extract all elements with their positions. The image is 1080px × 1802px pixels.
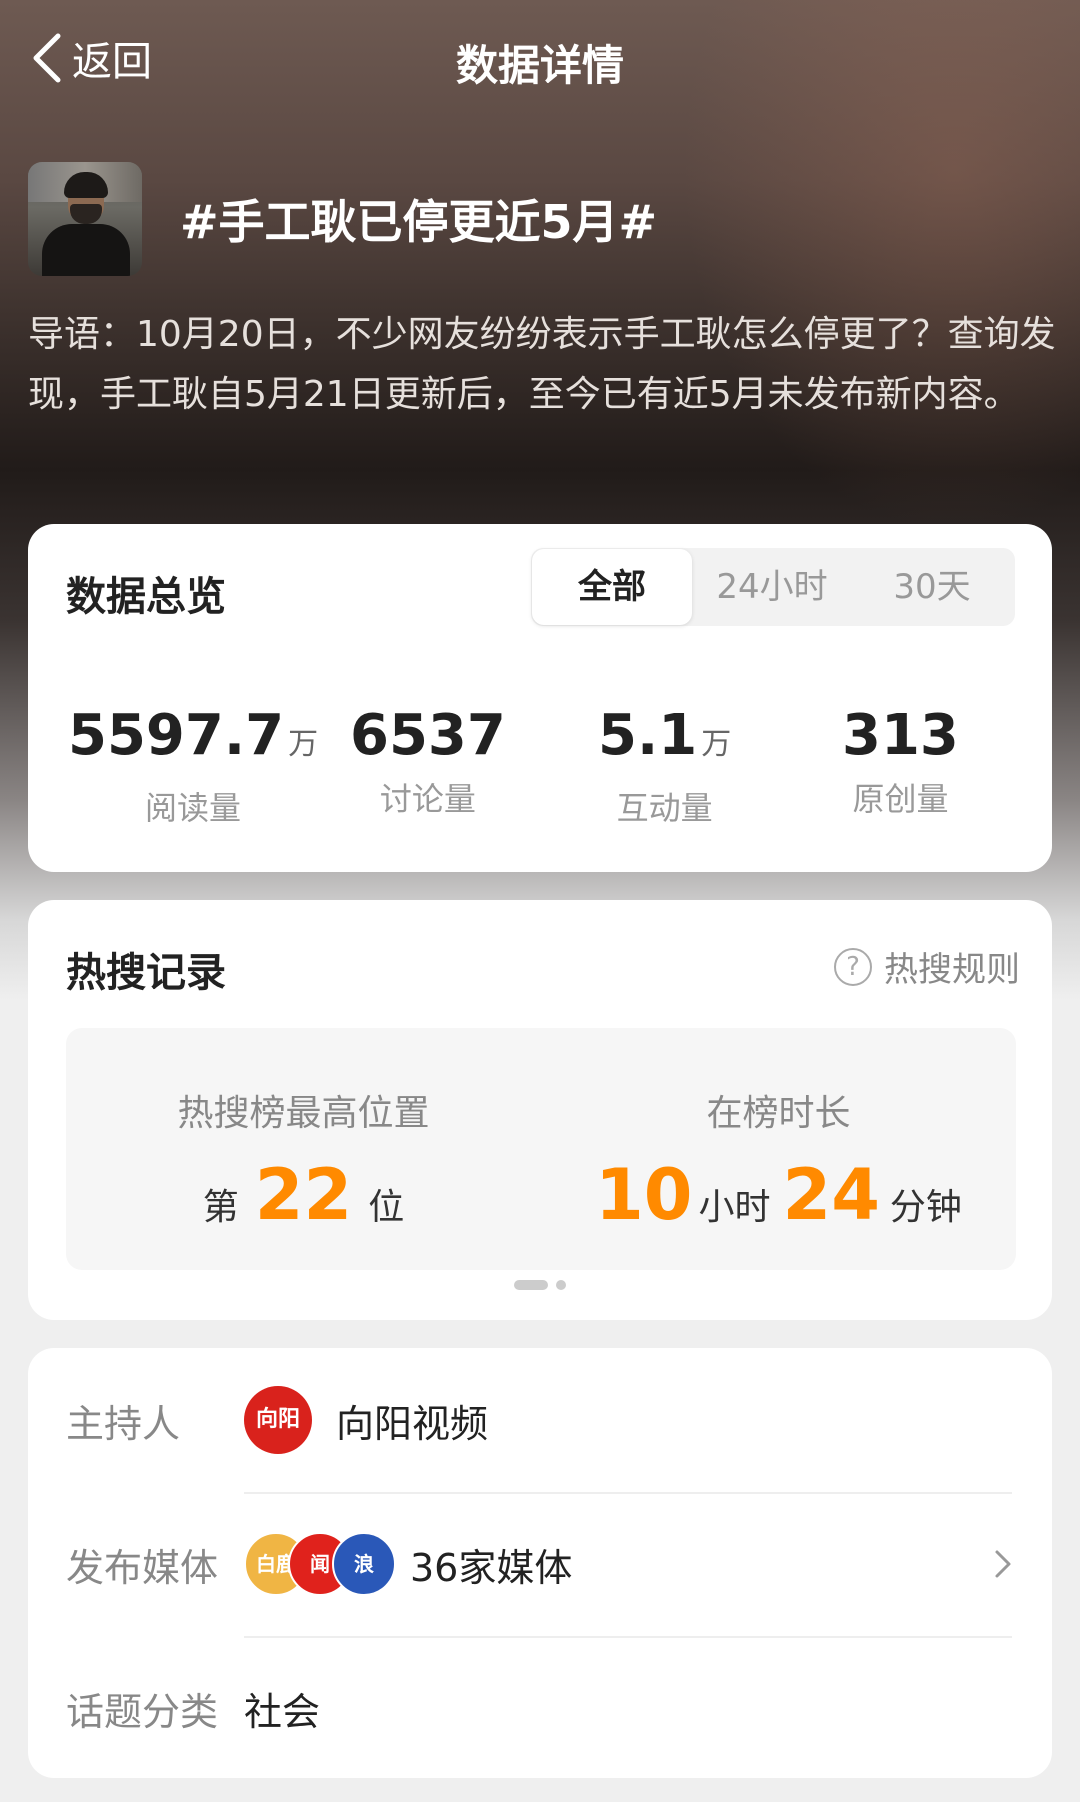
stat-discussions: 6537 讨论量 (350, 704, 506, 820)
topic-avatar (28, 162, 142, 276)
host-logo: 向阳 (244, 1386, 312, 1454)
peak-label: 热搜榜最高位置 (177, 1093, 430, 1134)
topic-intro: 导语：10月20日，不少网友纷纷表示手工耿怎么停更了？查询发现，手工耿自5月21… (28, 314, 1056, 415)
hot-search-rules-link[interactable]: ? 热搜规则 (834, 942, 1020, 991)
page-title: 数据详情 (455, 41, 624, 90)
stat-value: 5597.7 万 (68, 703, 319, 768)
media-count: 36家媒体 (410, 1545, 573, 1590)
minutes-value: 24 (782, 1154, 880, 1236)
stat-label: 讨论量 (379, 780, 476, 818)
stat-label: 阅读量 (145, 789, 242, 827)
chevron-right-icon[interactable] (988, 1544, 1018, 1584)
on-list-duration: 在榜时长 10 小时 24 分钟 (541, 1084, 1016, 1232)
stat-originals: 313 原创量 (842, 704, 959, 820)
stat-value: 5.1 万 (598, 703, 732, 768)
topic-info-card: 主持人 向阳 向阳视频 发布媒体 白鹿 闻 浪 36家媒体 话题分类 社会 (28, 1348, 1052, 1778)
topic-title: #手工耿已停更近5月# (180, 195, 658, 249)
media-logos: 白鹿 闻 浪 (244, 1532, 396, 1596)
peak-value-line: 第 22 位 (202, 1154, 405, 1236)
stat-label: 互动量 (616, 789, 713, 827)
category-value: 社会 (244, 1689, 321, 1734)
duration-value-line: 10 小时 24 分钟 (595, 1154, 962, 1236)
hot-search-card: 热搜记录 ? 热搜规则 热搜榜最高位置 第 22 位 在榜时长 10 小时 24… (28, 900, 1052, 1320)
host-name: 向阳视频 (336, 1401, 489, 1446)
tab-30d[interactable]: 30天 (852, 548, 1012, 626)
question-circle-icon: ? (834, 947, 872, 986)
carousel-indicator (514, 1280, 566, 1290)
stat-value: 313 (842, 703, 959, 768)
stat-reads: 5597.7 万 阅读量 (68, 704, 318, 829)
category-label: 话题分类 (66, 1689, 219, 1734)
tab-all[interactable]: 全部 (532, 549, 692, 625)
peak-value: 22 (254, 1154, 353, 1236)
page-dot (556, 1280, 566, 1290)
host-label: 主持人 (66, 1401, 181, 1446)
time-range-tabs: 全部 24小时 30天 (531, 548, 1015, 626)
rules-label: 热搜规则 (884, 950, 1020, 990)
data-overview-card: 数据总览 全部 24小时 30天 5597.7 万 阅读量 6537 讨论量 5.… (28, 524, 1052, 872)
nav-bar: 返回 数据详情 (0, 0, 1080, 120)
duration-label: 在榜时长 (706, 1093, 851, 1134)
tab-24h[interactable]: 24小时 (692, 548, 852, 626)
media-logo: 浪 (332, 1532, 396, 1596)
peak-position: 热搜榜最高位置 第 22 位 (66, 1084, 541, 1232)
media-label: 发布媒体 (66, 1545, 219, 1590)
stat-value: 6537 (350, 703, 506, 768)
hours-value: 10 (595, 1154, 693, 1236)
stat-interactions: 5.1 万 互动量 (598, 704, 731, 829)
overview-title: 数据总览 (66, 574, 226, 620)
topic-header: #手工耿已停更近5月# (28, 160, 657, 278)
hot-search-panel: 热搜榜最高位置 第 22 位 在榜时长 10 小时 24 分钟 (66, 1028, 1016, 1270)
stat-label: 原创量 (852, 780, 949, 818)
page-dot-active (514, 1280, 548, 1290)
host-row[interactable]: 主持人 向阳 向阳视频 (28, 1348, 1052, 1492)
media-row[interactable]: 发布媒体 白鹿 闻 浪 36家媒体 (28, 1492, 1052, 1636)
hot-search-title: 热搜记录 (66, 950, 226, 996)
category-row: 话题分类 社会 (28, 1636, 1052, 1780)
